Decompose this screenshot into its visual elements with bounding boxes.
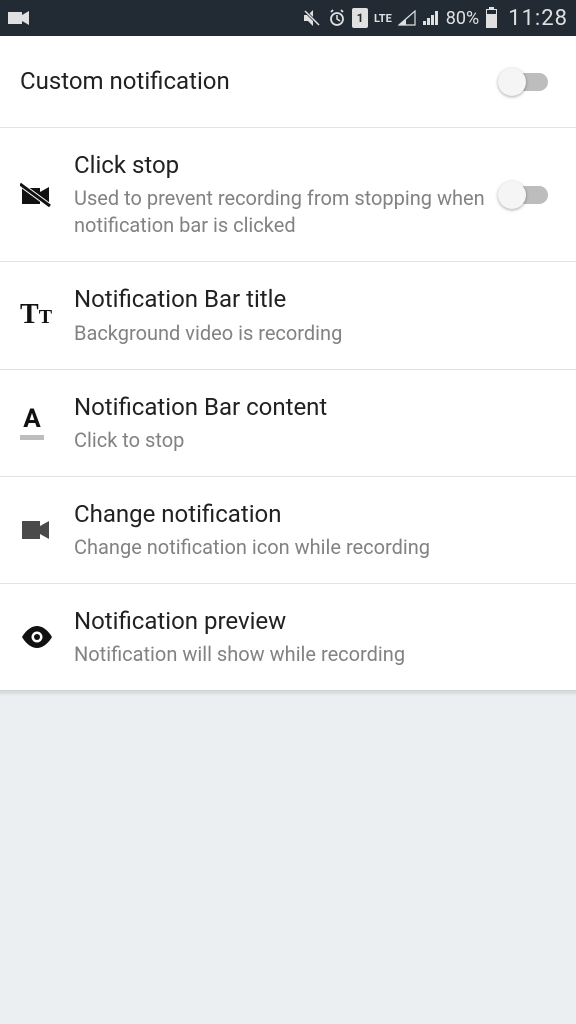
notification-bar-title-item[interactable]: TT Notification Bar title Background vid… xyxy=(0,262,576,369)
item-title: Notification Bar title xyxy=(74,284,556,315)
camera-off-icon xyxy=(20,182,60,208)
item-title: Notification Bar content xyxy=(74,392,556,423)
alarm-icon xyxy=(328,9,346,27)
eye-icon xyxy=(20,626,60,648)
camera-icon xyxy=(20,518,60,542)
signal-icon-2 xyxy=(422,10,440,26)
click-stop-item[interactable]: Click stop Used to prevent recording fro… xyxy=(0,128,576,262)
item-title: Click stop xyxy=(74,150,490,181)
clock-label: 11:28 xyxy=(508,6,568,31)
item-subtitle: Change notification icon while recording xyxy=(74,534,556,561)
signal-icon-1 xyxy=(398,10,416,26)
text-format-icon: A xyxy=(20,406,60,440)
item-title: Change notification xyxy=(74,499,556,530)
battery-icon xyxy=(485,7,498,29)
text-size-icon: TT xyxy=(20,301,60,329)
settings-list: Custom notification Click stop Used to p… xyxy=(0,36,576,690)
notification-bar-content-item[interactable]: A Notification Bar content Click to stop xyxy=(0,370,576,477)
mute-icon xyxy=(302,9,322,27)
item-subtitle: Notification will show while recording xyxy=(74,641,556,668)
change-notification-item[interactable]: Change notification Change notification … xyxy=(0,477,576,584)
item-subtitle: Background video is recording xyxy=(74,320,556,347)
status-bar: 1 LTE 80% 11:28 xyxy=(0,0,576,36)
custom-notification-toggle[interactable] xyxy=(502,68,556,96)
battery-label: 80% xyxy=(446,8,479,29)
camera-icon xyxy=(8,10,30,26)
sim-icon: 1 xyxy=(352,8,368,28)
custom-notification-item[interactable]: Custom notification xyxy=(0,36,576,128)
notification-preview-item[interactable]: Notification preview Notification will s… xyxy=(0,584,576,690)
item-title: Custom notification xyxy=(20,66,490,97)
item-title: Notification preview xyxy=(74,606,556,637)
list-shadow xyxy=(0,690,576,696)
lte-label: LTE xyxy=(374,13,392,24)
item-subtitle: Click to stop xyxy=(74,427,556,454)
click-stop-toggle[interactable] xyxy=(502,181,556,209)
item-subtitle: Used to prevent recording from stopping … xyxy=(74,185,490,239)
